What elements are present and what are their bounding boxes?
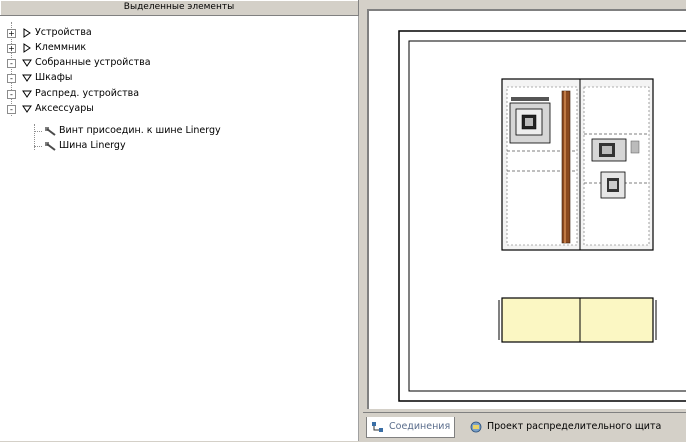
expanded-triangle-icon	[22, 90, 32, 98]
tab-label: Соединения	[389, 421, 451, 432]
tree-item-accessories[interactable]: - Аксессуары	[0, 103, 358, 115]
tree-item-label: Собранные устройства	[35, 57, 151, 68]
expanded-triangle-icon	[22, 74, 32, 82]
tree-item-label: Аксессуары	[35, 103, 94, 114]
tab-connections[interactable]: Соединения	[366, 417, 456, 438]
tab-label: Проект распределительного щита	[487, 421, 662, 432]
wrench-icon	[45, 127, 56, 136]
tree-item-label: Шкафы	[35, 72, 73, 83]
tree-item-distribution-devices[interactable]: - Распред. устройства	[0, 88, 358, 100]
tree-item-terminal-block[interactable]: + Клеммник	[0, 42, 358, 54]
collapsed-triangle-icon	[23, 28, 31, 38]
tree-item-label: Шина Linergy	[59, 140, 126, 151]
connections-icon	[372, 422, 383, 432]
collapse-toggle[interactable]: -	[7, 90, 16, 99]
expanded-triangle-icon	[22, 105, 32, 113]
switchboard-drawing	[398, 30, 686, 402]
collapse-toggle[interactable]: -	[7, 105, 16, 114]
expand-toggle[interactable]: +	[7, 29, 16, 38]
tree-item-linergy-screw[interactable]: Винт присоедин. к шине Linergy	[0, 125, 358, 137]
collapse-toggle[interactable]: -	[7, 59, 16, 68]
tab-bar: Соединения Проект распределительного щит…	[363, 412, 686, 442]
collapse-toggle[interactable]: -	[7, 74, 16, 83]
tree-item-label: Устройства	[35, 27, 92, 38]
tree-item-label: Распред. устройства	[35, 88, 140, 99]
tree-item-cabinets[interactable]: - Шкафы	[0, 72, 358, 84]
tree-item-devices[interactable]: + Устройства	[0, 27, 358, 39]
cabinet-top-view	[498, 297, 657, 343]
project-icon	[470, 421, 482, 433]
tree-item-label: Винт присоедин. к шине Linergy	[59, 125, 221, 136]
expanded-triangle-icon	[22, 59, 32, 67]
tree-item-assembled-devices[interactable]: - Собранные устройства	[0, 57, 358, 69]
wrench-icon	[45, 142, 56, 151]
tab-switchboard-project[interactable]: Проект распределительного щита	[469, 417, 661, 437]
selected-elements-panel: Выделенные элементы + Устройства + Клемм…	[0, 0, 359, 441]
expand-toggle[interactable]: +	[7, 44, 16, 53]
drawing-canvas[interactable]	[367, 9, 686, 409]
tree-item-label: Клеммник	[35, 42, 87, 53]
collapsed-triangle-icon	[23, 43, 31, 53]
cabinet-front-view	[501, 78, 654, 251]
tree-item-linergy-busbar[interactable]: Шина Linergy	[0, 140, 358, 152]
panel-header[interactable]: Выделенные элементы	[0, 0, 359, 16]
drawing-panel	[363, 0, 686, 412]
